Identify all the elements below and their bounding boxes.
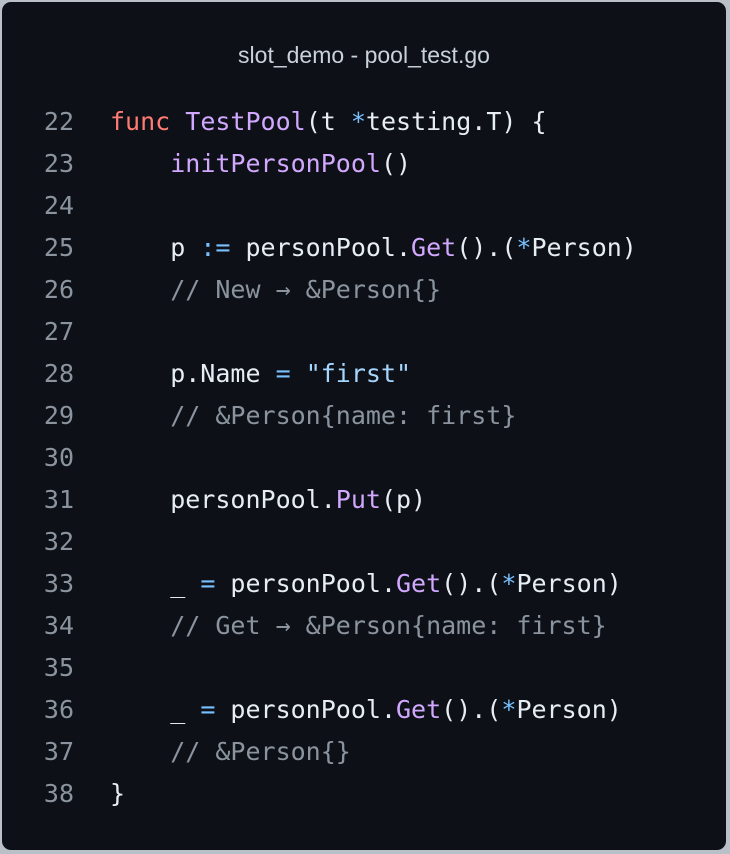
line-source: _ = personPool.Get().(*Person) bbox=[110, 689, 622, 731]
code-line: 38} bbox=[2, 773, 726, 815]
code-token: Get bbox=[396, 695, 442, 724]
line-source: _ = personPool.Get().(*Person) bbox=[110, 563, 622, 605]
code-token: personPool. bbox=[110, 485, 336, 514]
line-source: func TestPool(t *testing.T) { bbox=[110, 101, 547, 143]
code-line: 34 // Get → &Person{name: first} bbox=[2, 605, 726, 647]
code-token: _ bbox=[110, 695, 201, 724]
line-number: 36 bbox=[43, 695, 74, 724]
code-line: 36 _ = personPool.Get().(*Person) bbox=[2, 689, 726, 731]
code-line: 28 p.Name = "first" bbox=[2, 353, 726, 395]
line-source: // &Person{} bbox=[110, 731, 351, 773]
code-token: TestPool bbox=[185, 107, 306, 136]
code-token: = bbox=[275, 359, 291, 388]
code-token: ().( bbox=[441, 569, 502, 598]
code-token: // &Person{name: first} bbox=[110, 401, 517, 430]
code-token: p.Name bbox=[110, 359, 276, 388]
code-line: 26 // New → &Person{} bbox=[2, 269, 726, 311]
line-number: 32 bbox=[43, 527, 74, 556]
line-number: 24 bbox=[43, 191, 74, 220]
line-number: 35 bbox=[43, 653, 74, 682]
code-token: initPersonPool bbox=[170, 149, 381, 178]
code-token: // Get → &Person{name: first} bbox=[110, 611, 607, 640]
line-source: personPool.Put(p) bbox=[110, 479, 426, 521]
code-token: ().( bbox=[456, 233, 517, 262]
code-token: Person) bbox=[531, 233, 637, 262]
code-token: // &Person{} bbox=[110, 737, 351, 766]
code-token: Get bbox=[411, 233, 457, 262]
line-number: 27 bbox=[43, 317, 74, 346]
code-line: 24 bbox=[2, 185, 726, 227]
line-source: initPersonPool() bbox=[110, 143, 411, 185]
code-editor: 22 func TestPool(t *testing.T) {23 initPe… bbox=[2, 101, 726, 815]
code-line: 25 p := personPool.Get().(*Person) bbox=[2, 227, 726, 269]
code-token: * bbox=[516, 233, 532, 262]
line-number: 23 bbox=[43, 149, 74, 178]
code-token: (t bbox=[305, 107, 351, 136]
line-number: 31 bbox=[43, 485, 74, 514]
line-number: 30 bbox=[43, 443, 74, 472]
code-line: 33 _ = personPool.Get().(*Person) bbox=[2, 563, 726, 605]
code-token: personPool. bbox=[215, 569, 396, 598]
line-source: // Get → &Person{name: first} bbox=[110, 605, 607, 647]
code-token: func bbox=[110, 107, 171, 136]
code-token: ().( bbox=[441, 695, 502, 724]
code-token: (p) bbox=[380, 485, 427, 514]
code-token: * bbox=[501, 569, 517, 598]
code-window: slot_demo - pool_test.go 22 func TestPool… bbox=[2, 2, 726, 850]
code-line: 29 // &Person{name: first} bbox=[2, 395, 726, 437]
code-token: personPool. bbox=[215, 695, 396, 724]
line-number: 33 bbox=[43, 569, 74, 598]
line-number: 34 bbox=[43, 611, 74, 640]
code-token: () bbox=[380, 149, 412, 178]
code-token: } bbox=[110, 779, 126, 808]
code-token: * bbox=[350, 107, 366, 136]
code-token: Get bbox=[396, 569, 442, 598]
line-source: // New → &Person{} bbox=[110, 269, 441, 311]
line-number: 37 bbox=[43, 737, 74, 766]
code-line: 27 bbox=[2, 311, 726, 353]
line-source: p := personPool.Get().(*Person) bbox=[110, 227, 637, 269]
code-line: 37 // &Person{} bbox=[2, 731, 726, 773]
code-token: _ bbox=[110, 569, 201, 598]
code-token: "first" bbox=[305, 359, 412, 388]
line-source: p.Name = "first" bbox=[110, 353, 411, 395]
code-token: personPool. bbox=[230, 233, 412, 262]
code-line: 23 initPersonPool() bbox=[2, 143, 726, 185]
code-line: 31 personPool.Put(p) bbox=[2, 479, 726, 521]
line-number: 38 bbox=[43, 779, 74, 808]
code-token: Person) bbox=[516, 569, 622, 598]
line-number: 25 bbox=[43, 233, 74, 262]
code-token: Put bbox=[335, 485, 381, 514]
line-number: 28 bbox=[43, 359, 74, 388]
code-token: * bbox=[501, 695, 517, 724]
line-source: // &Person{name: first} bbox=[110, 395, 516, 437]
code-token: // New → &Person{} bbox=[110, 275, 442, 304]
line-number: 26 bbox=[43, 275, 74, 304]
code-line: 35 bbox=[2, 647, 726, 689]
code-token: = bbox=[200, 569, 216, 598]
code-token: p bbox=[110, 233, 201, 262]
code-line: 22 func TestPool(t *testing.T) { bbox=[2, 101, 726, 143]
code-line: 30 bbox=[2, 437, 726, 479]
code-line: 32 bbox=[2, 521, 726, 563]
line-source: } bbox=[110, 773, 125, 815]
line-number: 22 bbox=[43, 107, 74, 136]
code-token: = bbox=[200, 695, 216, 724]
code-token: Person) bbox=[516, 695, 622, 724]
line-number: 29 bbox=[43, 401, 74, 430]
code-token: testing.T) { bbox=[365, 107, 547, 136]
code-token: := bbox=[200, 233, 231, 262]
window-title: slot_demo - pool_test.go bbox=[238, 42, 490, 68]
